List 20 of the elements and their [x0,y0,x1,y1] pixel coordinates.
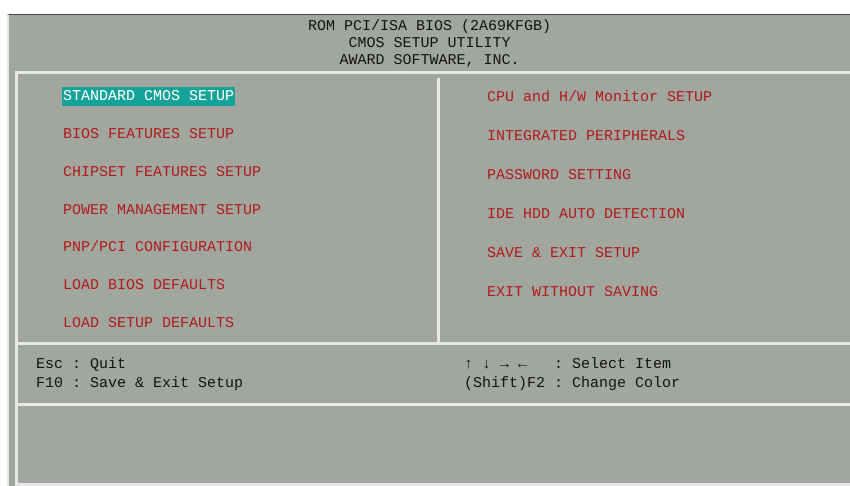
menu-item[interactable]: POWER MANAGEMENT SETUP [62,200,262,220]
menu-item[interactable]: PASSWORD SETTING [486,166,632,185]
key-hint: Esc : Quit [36,355,128,374]
menu-item[interactable]: IDE HDD AUTO DETECTION [486,205,686,224]
menu-item[interactable]: STANDARD CMOS SETUP [62,87,236,106]
bios-title: AWARD SOFTWARE, INC. [339,52,520,68]
bios-title: ROM PCI/ISA BIOS (2A69KFGB) [308,18,552,34]
menu-item[interactable]: EXIT WITHOUT SAVING [486,283,660,302]
menu-item[interactable]: LOAD SETUP DEFAULTS [62,314,236,333]
menu-item[interactable]: LOAD BIOS DEFAULTS [62,276,226,295]
key-hint: (Shift)F2 : Change Color [464,374,680,393]
menu-item[interactable]: INTEGRATED PERIPHERALS [486,127,686,146]
menu-item[interactable]: BIOS FEATURES SETUP [62,125,236,144]
menu-item[interactable]: CHIPSET FEATURES SETUP [62,162,262,182]
key-hint: F10 : Save & Exit Setup [36,374,244,393]
menu-item[interactable]: PNP/PCI CONFIGURATION [62,238,254,258]
menu-item[interactable]: CPU and H/W Monitor SETUP [486,88,714,107]
key-hint: ↑ ↓ → ← : Select Item [464,355,672,374]
bios-title: CMOS SETUP UTILITY [348,34,511,52]
menu-item[interactable]: SAVE & EXIT SETUP [486,244,642,263]
